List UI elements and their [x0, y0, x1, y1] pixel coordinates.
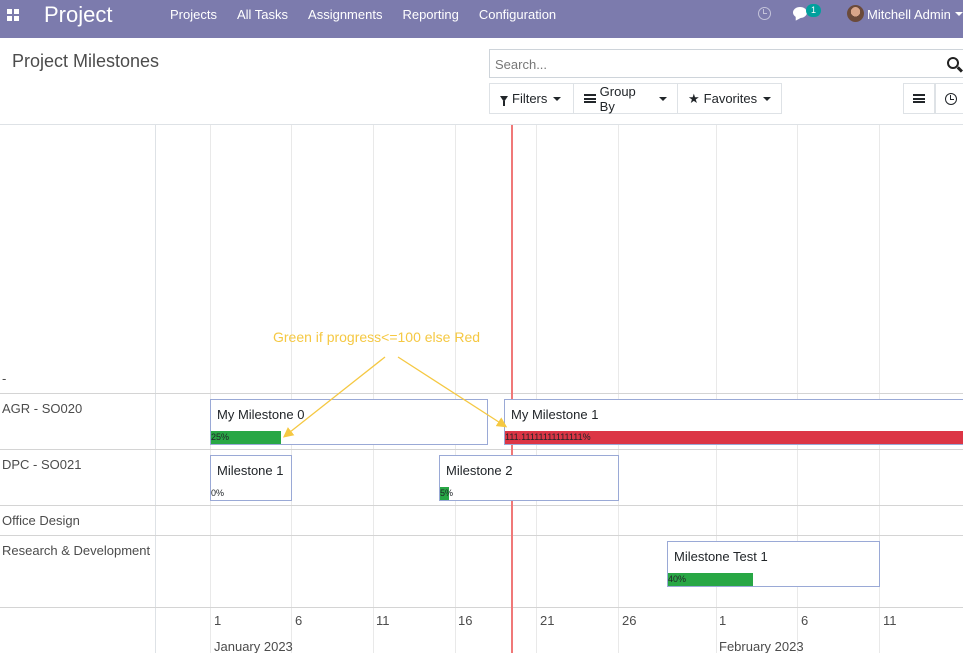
- row-label-none: -: [2, 371, 7, 386]
- list-icon: [913, 94, 925, 103]
- grid-line: [536, 125, 537, 653]
- favorites-label: Favorites: [703, 91, 758, 106]
- chat-icon[interactable]: [793, 7, 807, 18]
- row-separator: [0, 449, 963, 450]
- milestone-pill[interactable]: Milestone Test 1 40%: [667, 541, 880, 587]
- progress-label: 5%: [440, 488, 454, 498]
- milestone-pill[interactable]: My Milestone 0 25%: [210, 399, 488, 445]
- chat-count-badge: 1: [806, 4, 821, 17]
- time-scale: 1 6 11 16 21 26 1 6 11 January 2023 Febr…: [156, 607, 963, 653]
- search-input[interactable]: [495, 54, 915, 74]
- today-marker: [511, 125, 513, 653]
- menu-configuration[interactable]: Configuration: [469, 0, 566, 30]
- day-label: 6: [295, 613, 303, 628]
- caret-down-icon: [659, 96, 667, 101]
- filter-icon: [500, 95, 508, 106]
- day-label: 21: [540, 613, 555, 628]
- day-label: 1: [214, 613, 222, 628]
- row-separator: [0, 505, 963, 506]
- caret-down-icon: [763, 96, 772, 101]
- row-label-agr: AGR - SO020: [2, 401, 83, 416]
- milestone-pill[interactable]: Milestone 1 0%: [210, 455, 292, 501]
- app-brand[interactable]: Project: [44, 2, 112, 28]
- menu-assignments[interactable]: Assignments: [298, 0, 392, 30]
- star-icon: ★: [688, 90, 700, 106]
- row-label-dpc: DPC - SO021: [2, 457, 82, 472]
- user-menu[interactable]: Mitchell Admin: [867, 0, 951, 29]
- menu-projects[interactable]: Projects: [160, 0, 227, 30]
- grid-line: [618, 125, 619, 653]
- apps-menu-icon[interactable]: [7, 9, 19, 21]
- progress-label: 111.11111111111111%: [505, 432, 591, 442]
- filters-button[interactable]: Filters: [489, 83, 574, 114]
- favorites-button[interactable]: ★ Favorites: [677, 83, 782, 114]
- day-label: 26: [622, 613, 637, 628]
- month-label: February 2023: [719, 639, 804, 653]
- day-label: 16: [458, 613, 473, 628]
- day-label: 11: [883, 613, 897, 628]
- clock-icon: [945, 93, 957, 105]
- grid-line: [373, 125, 374, 653]
- milestone-pill[interactable]: Milestone 2 5%: [439, 455, 619, 501]
- group-by-label: Group By: [599, 83, 636, 114]
- month-label: January 2023: [214, 639, 293, 653]
- caret-down-icon: [553, 96, 562, 101]
- activity-view-button[interactable]: [935, 83, 963, 114]
- page-title: Project Milestones: [12, 51, 160, 71]
- milestone-name: My Milestone 0: [217, 407, 305, 422]
- day-label: 1: [719, 613, 727, 628]
- grid-line: [291, 125, 292, 653]
- gantt-view: - AGR - SO020 DPC - SO021 Office Design …: [0, 124, 963, 653]
- filters-label: Filters: [512, 91, 548, 106]
- user-avatar[interactable]: [847, 5, 864, 22]
- progress-label: 0%: [211, 488, 225, 498]
- row-separator: [0, 393, 963, 394]
- bars-icon: [584, 94, 596, 103]
- activity-clock-icon[interactable]: [758, 7, 771, 20]
- milestone-name: My Milestone 1: [511, 407, 599, 422]
- milestone-name: Milestone Test 1: [674, 549, 768, 564]
- caret-down-icon: [955, 12, 963, 16]
- milestone-name: Milestone 2: [446, 463, 513, 478]
- day-label: 11: [376, 613, 390, 628]
- progress-label: 40%: [668, 574, 687, 584]
- row-label-research: Research & Development: [2, 543, 151, 558]
- menu-all-tasks[interactable]: All Tasks: [227, 0, 298, 30]
- search-icon[interactable]: [947, 57, 959, 69]
- row-label-office-design: Office Design: [2, 513, 80, 528]
- day-label: 6: [801, 613, 809, 628]
- search-box: [489, 49, 963, 78]
- menu-reporting[interactable]: Reporting: [392, 0, 468, 30]
- grid-line: [455, 125, 456, 653]
- row-separator: [0, 535, 963, 536]
- top-navbar: Project Projects All Tasks Assignments R…: [0, 0, 963, 38]
- milestone-name: Milestone 1: [217, 463, 284, 478]
- progress-label: 25%: [211, 432, 230, 442]
- grid-line: [210, 125, 211, 653]
- header-separator: [155, 125, 156, 653]
- annotation-note: Green if progress<=100 else Red: [273, 329, 481, 345]
- list-view-button[interactable]: [903, 83, 935, 114]
- milestone-pill[interactable]: My Milestone 1 111.11111111111111%: [504, 399, 963, 445]
- main-menu: Projects All Tasks Assignments Reporting…: [160, 0, 566, 30]
- group-by-button[interactable]: Group By: [573, 83, 678, 114]
